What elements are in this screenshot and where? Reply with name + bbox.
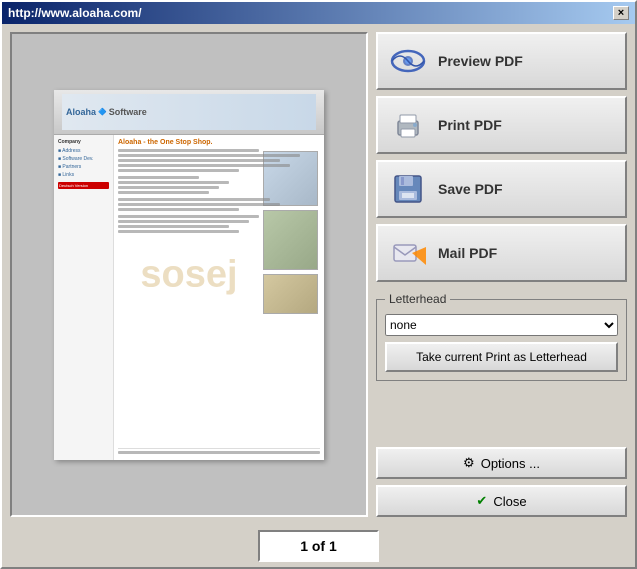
page-preview: Aloaha 🔷 Software Company ■ Address ■ So…: [54, 90, 324, 460]
right-panel: Preview PDF Print PDF: [376, 32, 627, 517]
pagination-bar: 1 of 1: [2, 525, 635, 567]
print-pdf-label: Print PDF: [438, 117, 502, 133]
sidebar-item-2: ■ Software Dev.: [58, 156, 109, 162]
preview-img-2: [263, 210, 318, 270]
preview-logo: Aloaha: [66, 107, 96, 117]
mail-pdf-label: Mail PDF: [438, 245, 497, 261]
preview-img-3: [263, 274, 318, 314]
options-label: Options ...: [481, 456, 540, 471]
sidebar-item-4: ■ Links: [58, 172, 109, 178]
take-letterhead-button[interactable]: Take current Print as Letterhead: [385, 342, 618, 372]
preview-header: Aloaha 🔷 Software: [54, 90, 324, 135]
options-button[interactable]: ⚙ Options ...: [376, 447, 627, 479]
preview-pdf-button[interactable]: Preview PDF: [376, 32, 627, 90]
mail-pdf-button[interactable]: Mail PDF: [376, 224, 627, 282]
main-window: http://www.aloaha.com/ × Aloaha 🔷 Softwa…: [0, 0, 637, 569]
pagination-text: 1 of 1: [258, 530, 379, 562]
letterhead-legend: Letterhead: [385, 292, 450, 306]
print-pdf-icon: [390, 107, 426, 143]
save-pdf-label: Save PDF: [438, 181, 503, 197]
letterhead-select-wrapper: none: [385, 314, 618, 336]
preview-logo-text: Software: [109, 107, 147, 117]
bottom-buttons: ⚙ Options ... ✔ Close: [376, 447, 627, 517]
close-checkmark-icon: ✔: [476, 493, 487, 509]
preview-panel: Aloaha 🔷 Software Company ■ Address ■ So…: [10, 32, 368, 517]
close-button[interactable]: ✔ Close: [376, 485, 627, 517]
window-title: http://www.aloaha.com/: [8, 6, 142, 20]
preview-pdf-icon: [390, 43, 426, 79]
close-window-button[interactable]: ×: [613, 6, 629, 20]
preview-body: Company ■ Address ■ Software Dev. ■ Part…: [54, 135, 324, 460]
preview-pdf-label: Preview PDF: [438, 53, 523, 69]
title-bar: http://www.aloaha.com/ ×: [2, 2, 635, 24]
letterhead-select[interactable]: none: [385, 314, 618, 336]
save-pdf-button[interactable]: Save PDF: [376, 160, 627, 218]
close-label: Close: [493, 494, 526, 509]
sidebar-item-3: ■ Partners: [58, 164, 109, 170]
preview-sidebar: Company ■ Address ■ Software Dev. ■ Part…: [54, 135, 114, 460]
letterhead-group: Letterhead none Take current Print as Le…: [376, 292, 627, 381]
preview-footer: [118, 448, 320, 456]
content-area: Aloaha 🔷 Software Company ■ Address ■ So…: [2, 24, 635, 525]
save-pdf-icon: [390, 171, 426, 207]
preview-main: Aloaha - the One Stop Shop.: [114, 135, 324, 460]
options-icon: ⚙: [463, 455, 475, 471]
print-pdf-button[interactable]: Print PDF: [376, 96, 627, 154]
sidebar-item-1: ■ Address: [58, 148, 109, 154]
mail-pdf-icon: [390, 235, 426, 271]
preview-main-title: Aloaha - the One Stop Shop.: [118, 139, 320, 146]
preview-logo-sub: 🔷: [98, 108, 107, 116]
